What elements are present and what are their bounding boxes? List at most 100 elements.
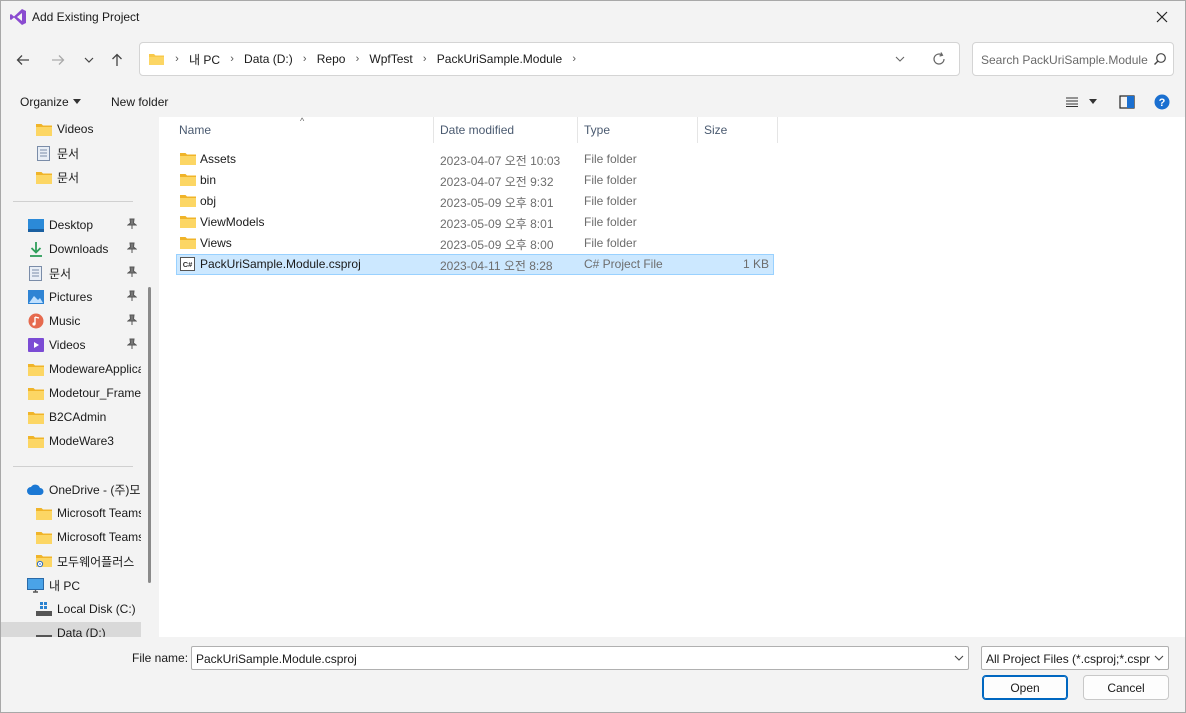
nav-item[interactable]: Microsoft Teams (1, 502, 141, 524)
nav-item[interactable]: ModeWare3 (1, 430, 141, 452)
new-folder-button[interactable]: New folder (111, 95, 168, 109)
caret-down-icon[interactable] (1089, 99, 1097, 105)
nav-item-music[interactable]: Music (1, 310, 141, 332)
organize-button[interactable]: Organize (20, 95, 69, 109)
view-details-icon[interactable] (1065, 97, 1079, 107)
file-row[interactable]: ViewModels 2023-05-09 오후 8:01 File folde… (176, 212, 774, 233)
nav-item-label: B2CAdmin (49, 410, 107, 424)
breadcrumb-item[interactable]: WpfTest (362, 52, 419, 66)
column-header-type[interactable]: Type (578, 117, 697, 143)
preview-pane-icon[interactable] (1119, 95, 1135, 109)
forward-button[interactable] (44, 47, 72, 73)
document-icon (35, 145, 52, 161)
title-bar: Add Existing Project (1, 1, 1185, 33)
file-type: C# Project File (584, 257, 663, 271)
nav-item-local-disk[interactable]: Local Disk (C:) (1, 598, 141, 620)
help-icon[interactable]: ? (1154, 94, 1170, 110)
file-type: File folder (584, 173, 637, 187)
pictures-icon (27, 289, 44, 305)
arrow-right-icon (52, 55, 65, 65)
document-icon (27, 265, 44, 281)
column-divider[interactable] (777, 117, 778, 143)
csproj-file-icon: C# (180, 257, 195, 271)
nav-item-onedrive[interactable]: OneDrive - (주)모 (1, 478, 141, 500)
file-type: File folder (584, 194, 637, 208)
nav-item-label: ModeWare3 (49, 434, 114, 448)
file-type-filter[interactable]: All Project Files (*.csproj;*.csproj (981, 646, 1169, 670)
open-button[interactable]: Open (982, 675, 1068, 700)
nav-item[interactable]: Videos (1, 118, 141, 140)
chevron-right-icon: › (175, 53, 179, 65)
breadcrumb: › 내 PC › Data (D:) › Repo › WpfTest › Pa… (172, 43, 579, 75)
cancel-button[interactable]: Cancel (1083, 675, 1169, 700)
nav-item[interactable]: 문서 (1, 142, 141, 164)
file-row[interactable]: Assets 2023-04-07 오전 10:03 File folder (176, 149, 774, 170)
nav-item[interactable]: Microsoft Teams (1, 526, 141, 548)
file-row[interactable]: bin 2023-04-07 오전 9:32 File folder (176, 170, 774, 191)
pin-icon[interactable] (127, 290, 137, 302)
nav-item[interactable]: ModewareApplica (1, 358, 141, 380)
pin-icon[interactable] (127, 338, 137, 350)
recent-locations-button[interactable] (75, 47, 103, 73)
file-type-filter-value: All Project Files (*.csproj;*.csproj (986, 652, 1150, 666)
chevron-right-icon[interactable]: › (569, 53, 579, 65)
nav-divider (13, 466, 133, 467)
nav-item-documents[interactable]: 문서 (1, 262, 141, 284)
file-row[interactable]: Views 2023-05-09 오후 8:00 File folder (176, 233, 774, 254)
back-button[interactable] (9, 47, 37, 73)
file-name: ViewModels (200, 215, 265, 229)
breadcrumb-item[interactable]: PackUriSample.Module (430, 52, 569, 66)
drive-icon (35, 601, 52, 617)
nav-item-label: OneDrive - (주)모 (49, 482, 141, 497)
pin-icon[interactable] (127, 314, 137, 326)
nav-item-videos[interactable]: Videos (1, 334, 141, 356)
navigation-pane: Videos 문서 문서 Desktop Downloads 문서 Pictur… (1, 117, 141, 637)
chevron-down-icon[interactable] (895, 52, 905, 66)
nav-item-desktop[interactable]: Desktop (1, 214, 141, 236)
nav-item-data-drive[interactable]: Data (D:) (1, 622, 141, 637)
column-header-name[interactable]: Name (173, 117, 433, 143)
chevron-right-icon: › (230, 53, 234, 65)
breadcrumb-item[interactable]: 내 PC (182, 51, 227, 68)
file-row[interactable]: obj 2023-05-09 오후 8:01 File folder (176, 191, 774, 212)
chevron-down-icon (84, 57, 94, 63)
file-date: 2023-04-07 오전 9:32 (440, 175, 554, 189)
nav-item-downloads[interactable]: Downloads (1, 238, 141, 260)
column-header-size[interactable]: Size (698, 117, 777, 143)
breadcrumb-item[interactable]: Data (D:) (237, 52, 300, 66)
close-button[interactable] (1139, 1, 1185, 33)
nav-scrollbar[interactable] (148, 287, 151, 583)
pin-icon[interactable] (127, 218, 137, 230)
nav-item-label: Microsoft Teams (57, 506, 141, 520)
folder-icon (180, 174, 196, 186)
nav-item-label: Videos (57, 122, 94, 136)
search-placeholder: Search PackUriSample.Module (981, 53, 1148, 67)
file-type: File folder (584, 236, 637, 250)
folder-icon (180, 216, 196, 228)
chevron-down-icon[interactable] (954, 653, 964, 663)
nav-item-pictures[interactable]: Pictures (1, 286, 141, 308)
pin-icon[interactable] (127, 266, 137, 278)
file-name-field[interactable]: PackUriSample.Module.csproj (191, 646, 969, 670)
close-icon (1156, 11, 1168, 23)
file-name-label: File name: (132, 651, 189, 665)
svg-text:C#: C# (183, 260, 193, 269)
nav-item[interactable]: B2CAdmin (1, 406, 141, 428)
pin-icon[interactable] (127, 242, 137, 254)
folder-icon (180, 195, 196, 207)
nav-item[interactable]: 모두웨어플러스 (1, 550, 141, 572)
file-row-selected[interactable]: C# PackUriSample.Module.csproj 2023-04-1… (176, 254, 774, 275)
breadcrumb-item[interactable]: Repo (310, 52, 353, 66)
nav-item[interactable]: Modetour_Frame (1, 382, 141, 404)
nav-item-this-pc[interactable]: 내 PC (1, 574, 141, 596)
svg-text:?: ? (1159, 97, 1166, 109)
file-type: File folder (584, 215, 637, 229)
nav-item[interactable]: 문서 (1, 166, 141, 188)
up-button[interactable] (103, 47, 131, 73)
refresh-icon[interactable] (931, 51, 947, 67)
search-input[interactable]: Search PackUriSample.Module (972, 42, 1174, 76)
column-header-date[interactable]: Date modified (434, 117, 577, 143)
caret-down-icon[interactable] (73, 99, 81, 104)
address-bar[interactable]: › 내 PC › Data (D:) › Repo › WpfTest › Pa… (139, 42, 960, 76)
column-type-label: Type (584, 123, 611, 137)
